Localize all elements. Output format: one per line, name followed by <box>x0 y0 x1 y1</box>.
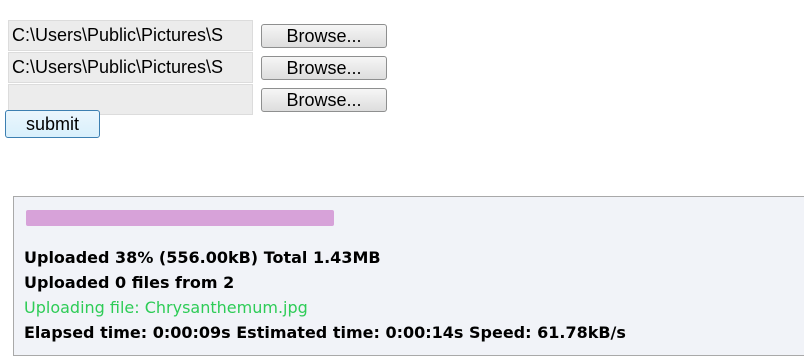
submit-button[interactable]: submit <box>5 110 100 138</box>
uploaded-files-text: Uploaded 0 files from 2 <box>24 273 235 292</box>
upload-info: Uploaded 38% (556.00kB) Total 1.43MB Upl… <box>24 245 626 345</box>
upload-progress-panel: Uploaded 38% (556.00kB) Total 1.43MB Upl… <box>13 196 804 356</box>
timing-text: Elapsed time: 0:00:09s Estimated time: 0… <box>24 323 626 342</box>
progress-bar <box>26 210 804 226</box>
browse-button-2[interactable]: Browse... <box>261 56 387 80</box>
current-file-status: Uploading file: Chrysanthemum.jpg <box>24 298 308 317</box>
browse-button-3[interactable]: Browse... <box>261 88 387 112</box>
progress-bar-fill <box>26 210 334 226</box>
browse-button-1[interactable]: Browse... <box>261 24 387 48</box>
uploaded-size-text: Uploaded 38% (556.00kB) Total 1.43MB <box>24 248 381 267</box>
file-path-field-2[interactable]: C:\Users\Public\Pictures\S <box>8 52 253 83</box>
file-path-field-1[interactable]: C:\Users\Public\Pictures\S <box>8 20 253 51</box>
